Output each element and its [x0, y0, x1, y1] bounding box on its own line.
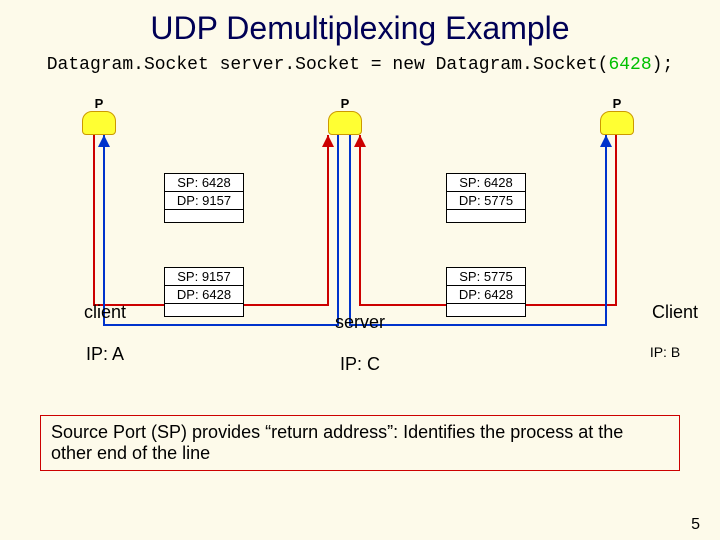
process-label: P [329, 98, 361, 110]
code-line: Datagram.Socket server.Socket = new Data… [0, 55, 720, 75]
diagram-area: P P P SP: 6428 DP: 9157 SP: 6428 DP: 577… [0, 75, 720, 415]
slide-title: UDP Demultiplexing Example [0, 0, 720, 47]
footnote: Source Port (SP) provides “return addres… [40, 415, 680, 471]
page-number: 5 [691, 516, 700, 534]
host-center: server IP: C [290, 291, 410, 396]
sp-field: SP: 6428 [447, 174, 525, 192]
host-right: Client IP: B [610, 281, 720, 402]
code-pre: Datagram.Socket server.Socket = new Data… [47, 55, 609, 75]
dp-field: DP: 6428 [447, 286, 525, 304]
sp-field: SP: 5775 [447, 268, 525, 286]
host-ip: IP: A [86, 344, 124, 364]
code-arg: 6428 [608, 55, 651, 75]
dp-field: DP: 6428 [165, 286, 243, 304]
host-ip: IP: C [340, 354, 380, 374]
packet-up-right: SP: 6428 DP: 5775 [446, 173, 526, 223]
packet-up-left: SP: 6428 DP: 9157 [164, 173, 244, 223]
host-name: Client [652, 302, 698, 322]
process-center: P [328, 111, 362, 135]
dp-field: DP: 9157 [165, 192, 243, 210]
process-right: P [600, 111, 634, 135]
packet-down-right: SP: 5775 DP: 6428 [446, 267, 526, 317]
host-name: server [335, 312, 385, 332]
sp-field: SP: 9157 [165, 268, 243, 286]
dp-field: DP: 5775 [447, 192, 525, 210]
host-left: client IP: A [40, 281, 150, 386]
packet-down-left: SP: 9157 DP: 6428 [164, 267, 244, 317]
process-left: P [82, 111, 116, 135]
sp-field: SP: 6428 [165, 174, 243, 192]
host-name: client [84, 302, 126, 322]
code-post: ); [652, 55, 674, 75]
process-label: P [83, 98, 115, 110]
process-label: P [601, 98, 633, 110]
host-ip: IP: B [610, 344, 720, 360]
